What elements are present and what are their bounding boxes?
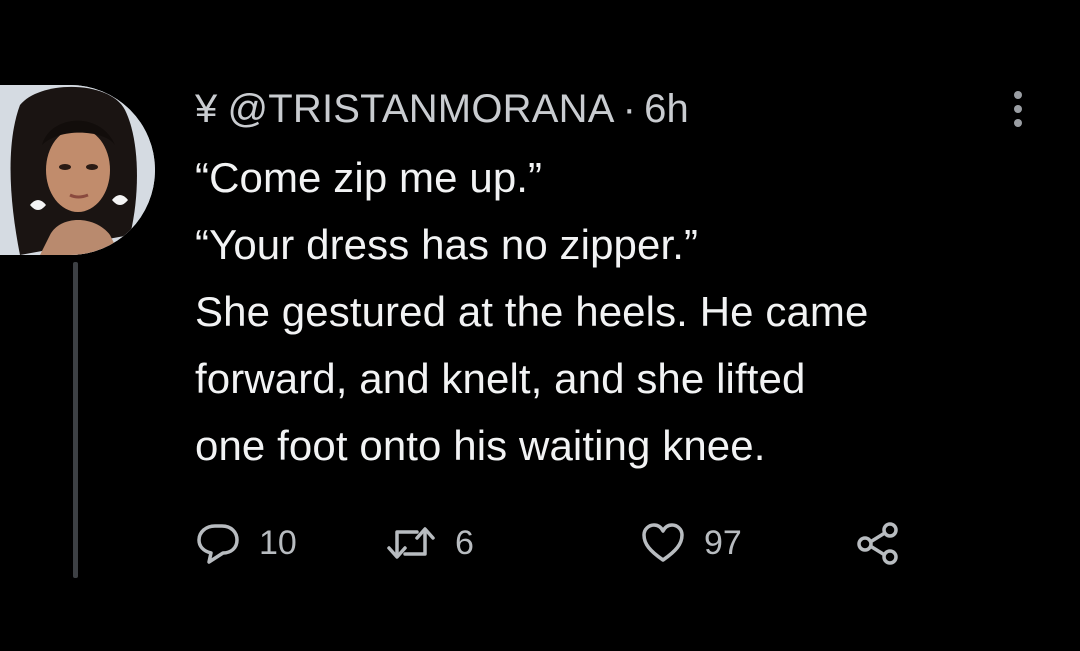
author-symbol: ¥	[195, 86, 218, 131]
heart-icon	[642, 523, 684, 562]
like-count: 97	[704, 523, 742, 562]
header-separator: ·	[622, 86, 637, 131]
share-icon	[857, 522, 898, 565]
tweet-text-line: forward, and knelt, and she lifted	[195, 355, 806, 402]
tweet-text-line: “Your dress has no zipper.”	[195, 221, 699, 268]
tweet-text-line: one foot onto his waiting knee.	[195, 422, 766, 469]
reply-count: 10	[259, 523, 297, 562]
reply-icon	[197, 524, 239, 564]
thread-line	[73, 262, 78, 578]
retweet-button[interactable]: 6	[385, 518, 474, 568]
share-button[interactable]	[855, 518, 901, 568]
tweet-text-line: She gestured at the heels. He came	[195, 288, 869, 335]
avatar[interactable]	[0, 85, 155, 255]
like-button[interactable]: 97	[640, 518, 742, 568]
more-vertical-icon[interactable]	[1006, 88, 1030, 130]
reply-button[interactable]: 10	[195, 518, 297, 568]
retweet-count: 6	[455, 523, 474, 562]
tweet-header: ¥ @TRISTANMORANA · 6h	[195, 84, 689, 134]
tweet: ¥ @TRISTANMORANA · 6h “Come zip me up.” …	[0, 0, 1080, 651]
tweet-timestamp[interactable]: 6h	[644, 87, 689, 132]
author-handle[interactable]: @TRISTANMORANA	[227, 87, 614, 132]
avatar-image	[0, 85, 155, 255]
tweet-text: “Come zip me up.” “Your dress has no zip…	[195, 144, 1055, 479]
retweet-icon	[387, 527, 435, 559]
tweet-text-line: “Come zip me up.”	[195, 154, 543, 201]
